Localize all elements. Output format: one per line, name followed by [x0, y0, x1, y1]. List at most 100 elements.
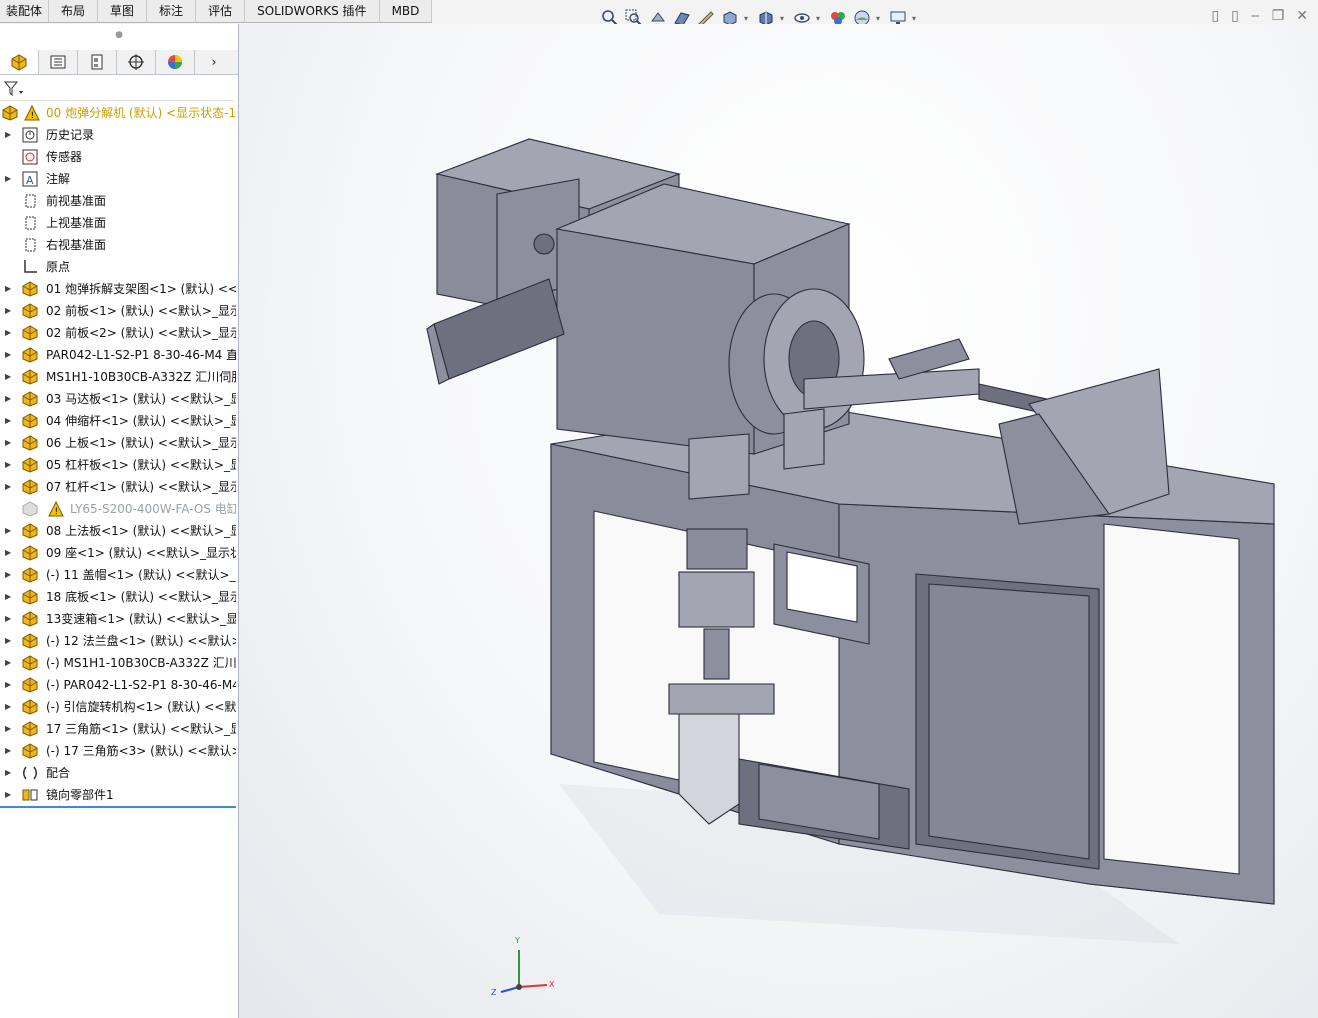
tree-item[interactable]: ▶ 07 杠杆<1> (默认) <<默认>_显示: [0, 476, 236, 498]
tree-item[interactable]: ▶ PAR042-L1-S2-P1 8-30-46-M4 直: [0, 344, 236, 366]
assembly-icon: [2, 105, 18, 121]
tree-item[interactable]: 原点: [0, 256, 236, 278]
rollback-bar[interactable]: [0, 806, 236, 808]
tree-item[interactable]: ▶ 01 炮弹拆解支架图<1> (默认) <<默: [0, 278, 236, 300]
expand-arrow-icon[interactable]: ▶: [5, 674, 13, 696]
tree-item-label: 07 杠杆<1> (默认) <<默认>_显示: [46, 480, 236, 494]
expand-arrow-icon[interactable]: ▶: [5, 652, 13, 674]
tree-item-label: 02 前板<2> (默认) <<默认>_显示: [46, 326, 236, 340]
tree-item-label: 17 三角筋<1> (默认) <<默认>_显示: [46, 722, 236, 736]
tree-root-assembly[interactable]: ! 00 炮弹分解机 (默认) <显示状态-1: [0, 102, 236, 124]
tree-item[interactable]: 传感器: [0, 146, 236, 168]
expand-arrow-icon[interactable]: ▶: [5, 586, 13, 608]
tree-item[interactable]: ▶ 03 马达板<1> (默认) <<默认>_显示: [0, 388, 236, 410]
expand-arrow-icon[interactable]: ▶: [5, 366, 13, 388]
tree-item-label: 注解: [46, 172, 71, 186]
tab-solidworks-addins[interactable]: SOLIDWORKS 插件: [245, 0, 380, 23]
part-suppressed-icon: [22, 501, 38, 517]
expand-arrow-icon[interactable]: ▶: [5, 784, 13, 806]
expand-arrow-icon[interactable]: ▶: [5, 564, 13, 586]
expand-arrow-icon[interactable]: ▶: [5, 520, 13, 542]
tree-item[interactable]: 上视基准面: [0, 212, 236, 234]
chevron-down-icon[interactable]: ▾: [912, 14, 920, 23]
chevron-down-icon[interactable]: ▾: [780, 14, 788, 23]
tree-item[interactable]: ▶ 06 上板<1> (默认) <<默认>_显示: [0, 432, 236, 454]
panel-scroll-right-icon[interactable]: ›: [195, 50, 233, 74]
tree-item[interactable]: 右视基准面: [0, 234, 236, 256]
minimize-icon[interactable]: ‒: [1251, 8, 1260, 24]
expand-arrow-icon[interactable]: ▶: [5, 410, 13, 432]
tile-right-icon[interactable]: ▯: [1231, 8, 1239, 24]
expand-arrow-icon[interactable]: ▶: [5, 718, 13, 740]
expand-arrow-icon[interactable]: ▶: [5, 300, 13, 322]
part-icon: [22, 721, 38, 737]
expand-arrow-icon[interactable]: ▶: [5, 454, 13, 476]
tree-item[interactable]: ▶ 04 伸缩杆<1> (默认) <<默认>_显示: [0, 410, 236, 432]
tree-item[interactable]: ▶ A 注解: [0, 168, 236, 190]
close-icon[interactable]: ✕: [1296, 8, 1308, 24]
tree-item[interactable]: ▶ (-) 17 三角筋<3> (默认) <<默认>_: [0, 740, 236, 762]
dimxpert-icon[interactable]: [117, 50, 156, 74]
displaymanager-icon[interactable]: [156, 50, 195, 74]
tab-sketch[interactable]: 草图: [98, 0, 148, 23]
expand-arrow-icon[interactable]: ▶: [5, 278, 13, 300]
tree-item-label: 03 马达板<1> (默认) <<默认>_显示: [46, 392, 236, 406]
expand-arrow-icon[interactable]: ▶: [5, 740, 13, 762]
panel-grip-icon[interactable]: ●: [0, 24, 238, 46]
expand-arrow-icon[interactable]: ▶: [5, 168, 13, 190]
tree-item[interactable]: ▶ MS1H1-10B30CB-A332Z 汇川伺服: [0, 366, 236, 388]
expand-arrow-icon[interactable]: ▶: [5, 124, 13, 146]
tree-item-label: (-) PAR042-L1-S2-P1 8-30-46-M4: [46, 678, 236, 692]
filter-icon[interactable]: [3, 80, 24, 101]
tree-item-label: 05 杠杆板<1> (默认) <<默认>_显示: [46, 458, 236, 472]
tab-markup[interactable]: 标注: [147, 0, 197, 23]
tree-item[interactable]: ▶ 09 座<1> (默认) <<默认>_显示状态: [0, 542, 236, 564]
tree-item[interactable]: ▶ 镜向零部件1: [0, 784, 236, 806]
tree-item-label: LY65-S200-400W-FA-OS 电缸: [70, 502, 236, 516]
expand-arrow-icon[interactable]: ▶: [5, 762, 13, 784]
expand-arrow-icon[interactable]: ▶: [5, 388, 13, 410]
tree-item[interactable]: ! LY65-S200-400W-FA-OS 电缸: [0, 498, 236, 520]
expand-arrow-icon[interactable]: ▶: [5, 630, 13, 652]
graphics-area[interactable]: Y X Z: [239, 24, 1318, 1018]
propertymanager-icon[interactable]: [39, 50, 78, 74]
tree-item[interactable]: ▶ 02 前板<1> (默认) <<默认>_显示: [0, 300, 236, 322]
tree-item[interactable]: ▶ 17 三角筋<1> (默认) <<默认>_显示: [0, 718, 236, 740]
tree-item[interactable]: ▶ (-) 11 盖帽<1> (默认) <<默认>_显示: [0, 564, 236, 586]
expand-arrow-icon[interactable]: ▶: [5, 542, 13, 564]
chevron-down-icon[interactable]: ▾: [816, 14, 824, 23]
chevron-down-icon[interactable]: ▾: [876, 14, 884, 23]
restore-icon[interactable]: ❐: [1272, 8, 1285, 24]
tab-layout[interactable]: 布局: [49, 0, 99, 23]
tree-item[interactable]: ▶ 13变速箱<1> (默认) <<默认>_显示: [0, 608, 236, 630]
annotation-icon: A: [22, 171, 38, 187]
tab-assembly[interactable]: 装配体: [0, 0, 50, 23]
command-tabs: 装配体 布局 草图 标注 评估 SOLIDWORKS 插件 MBD: [0, 0, 433, 23]
tree-item[interactable]: ▶ 08 上法板<1> (默认) <<默认>_显示: [0, 520, 236, 542]
tree-item[interactable]: ▶ 05 杠杆板<1> (默认) <<默认>_显示: [0, 454, 236, 476]
assembly-model[interactable]: [239, 24, 1318, 1018]
expand-arrow-icon[interactable]: ▶: [5, 476, 13, 498]
tree-item[interactable]: ▶ (-) MS1H1-10B30CB-A332Z 汇川伺: [0, 652, 236, 674]
tab-mbd[interactable]: MBD: [379, 0, 433, 23]
tree-item[interactable]: ▶ (-) 12 法兰盘<1> (默认) <<默认>_: [0, 630, 236, 652]
expand-arrow-icon[interactable]: ▶: [5, 696, 13, 718]
triad-z-label: Z: [491, 988, 497, 997]
tile-left-icon[interactable]: ▯: [1211, 8, 1219, 24]
tree-item[interactable]: 前视基准面: [0, 190, 236, 212]
tree-item[interactable]: ▶ 配合: [0, 762, 236, 784]
chevron-down-icon[interactable]: ▾: [744, 14, 752, 23]
expand-arrow-icon[interactable]: ▶: [5, 322, 13, 344]
expand-arrow-icon[interactable]: ▶: [5, 608, 13, 630]
tree-item[interactable]: ▶ (-) 引信旋转机构<1> (默认) <<默认: [0, 696, 236, 718]
configurationmanager-icon[interactable]: [78, 50, 117, 74]
plane-icon: [22, 215, 38, 231]
tree-item[interactable]: ▶ (-) PAR042-L1-S2-P1 8-30-46-M4: [0, 674, 236, 696]
expand-arrow-icon[interactable]: ▶: [5, 432, 13, 454]
tree-item[interactable]: ▶ 历史记录: [0, 124, 236, 146]
tab-evaluate[interactable]: 评估: [196, 0, 246, 23]
tree-item[interactable]: ▶ 18 底板<1> (默认) <<默认>_显示: [0, 586, 236, 608]
featuremanager-icon[interactable]: [0, 50, 39, 74]
expand-arrow-icon[interactable]: ▶: [5, 344, 13, 366]
tree-item[interactable]: ▶ 02 前板<2> (默认) <<默认>_显示: [0, 322, 236, 344]
